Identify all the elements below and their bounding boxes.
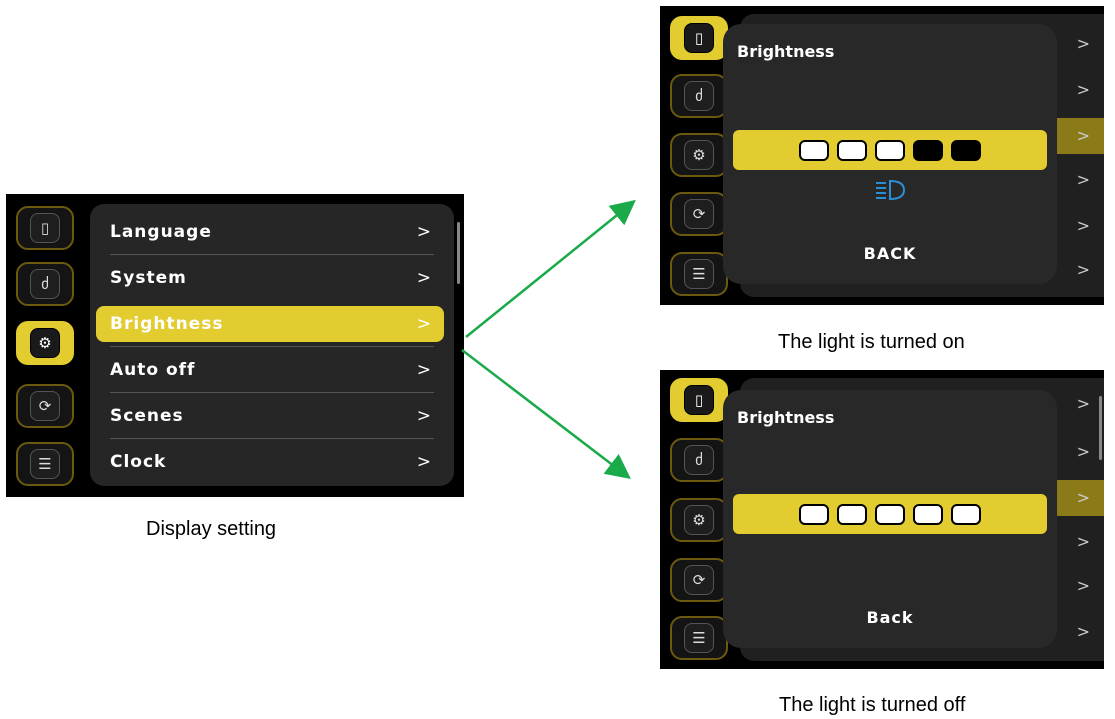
chevron-right-icon: >: [1076, 170, 1090, 189]
chevron-right-icon: >: [1076, 80, 1090, 99]
chevron-right-icon: >: [1076, 394, 1090, 413]
headlight-icon: [876, 179, 906, 201]
brightness-segment[interactable]: [875, 503, 905, 525]
brightness-dialog: Brightness Back: [723, 390, 1057, 648]
sidebar-button-settings[interactable]: ⚙: [670, 133, 728, 177]
brightness-dialog: Brightness BACK: [723, 24, 1057, 284]
brightness-segment[interactable]: [951, 503, 981, 525]
divider: [110, 438, 434, 439]
menu-item-auto-off[interactable]: Auto off >: [96, 352, 444, 388]
back-button[interactable]: BACK: [723, 244, 1057, 263]
menu-item-language[interactable]: Language >: [96, 214, 444, 250]
brightness-segment[interactable]: [875, 139, 905, 161]
chevron-right-icon: >: [1076, 622, 1090, 641]
phone-icon: ▯: [684, 23, 714, 53]
chevron-right-icon: >: [416, 406, 432, 426]
screen-light-off: ▯ ძ ⚙ ⟳ ☰ > > > > > > Brightness Back: [660, 370, 1104, 669]
chevron-right-icon: >: [1076, 216, 1090, 235]
sidebar-button-settings[interactable]: ⚙: [16, 321, 74, 365]
document-icon: ☰: [30, 449, 60, 479]
menu-item-label: Scenes: [110, 406, 184, 426]
document-icon: ☰: [684, 259, 714, 289]
dialog-title: Brightness: [737, 42, 835, 61]
chevron-right-icon: >: [1076, 532, 1090, 551]
chevron-right-icon: >: [416, 268, 432, 288]
phone-icon: ▯: [30, 213, 60, 243]
main-screen: ▯ ძ ⚙ ⟳ ☰ Language > System > Brightness…: [6, 194, 464, 497]
bicycle-icon: ძ: [684, 81, 714, 111]
menu-item-system[interactable]: System >: [96, 260, 444, 296]
caption-light-on: The light is turned on: [778, 331, 965, 353]
chevron-right-icon: >: [416, 222, 432, 242]
sidebar-button-phone[interactable]: ▯: [16, 206, 74, 250]
menu-item-label: Auto off: [110, 360, 196, 380]
sidebar-button-bicycle[interactable]: ძ: [670, 74, 728, 118]
refresh-icon: ⟳: [30, 391, 60, 421]
brightness-segment[interactable]: [799, 139, 829, 161]
screen-light-on: ▯ ძ ⚙ ⟳ ☰ > > > > > > Brightness BACK: [660, 6, 1104, 305]
refresh-icon: ⟳: [684, 199, 714, 229]
menu-item-clock[interactable]: Clock >: [96, 444, 444, 480]
refresh-icon: ⟳: [684, 565, 714, 595]
sidebar-button-bicycle[interactable]: ძ: [16, 262, 74, 306]
arrow-to-light-on: [465, 199, 636, 338]
menu-item-brightness[interactable]: Brightness >: [96, 306, 444, 342]
chevron-right-icon: >: [416, 452, 432, 472]
brightness-segment[interactable]: [913, 503, 943, 525]
menu-item-label: System: [110, 268, 187, 288]
sidebar-button-settings[interactable]: ⚙: [670, 498, 728, 542]
sidebar-button-document[interactable]: ☰: [670, 252, 728, 296]
bicycle-icon: ძ: [30, 269, 60, 299]
divider: [110, 346, 434, 347]
chevron-right-icon: >: [1076, 260, 1090, 279]
divider: [110, 254, 434, 255]
caption-light-off: The light is turned off: [779, 694, 966, 716]
chevron-right-icon: >: [1076, 34, 1090, 53]
brightness-segment[interactable]: [837, 139, 867, 161]
brightness-segment[interactable]: [913, 139, 943, 161]
dialog-title: Brightness: [737, 408, 835, 427]
scrollbar[interactable]: [1099, 396, 1102, 460]
sidebar-button-phone[interactable]: ▯: [670, 378, 728, 422]
brightness-level-bar[interactable]: [733, 130, 1047, 170]
settings-menu: Language > System > Brightness > Auto of…: [90, 204, 454, 486]
sidebar-button-bicycle[interactable]: ძ: [670, 438, 728, 482]
scrollbar[interactable]: [457, 222, 460, 284]
menu-item-label: Clock: [110, 452, 167, 472]
gear-icon: ⚙: [30, 328, 60, 358]
back-button[interactable]: Back: [723, 608, 1057, 627]
sidebar-button-document[interactable]: ☰: [670, 616, 728, 660]
menu-item-label: Brightness: [110, 314, 224, 334]
sidebar-button-refresh[interactable]: ⟳: [670, 192, 728, 236]
chevron-right-icon: >: [416, 314, 432, 334]
chevron-right-icon: >: [416, 360, 432, 380]
caption-display-setting: Display setting: [146, 518, 277, 540]
chevron-right-icon: >: [1076, 576, 1090, 595]
phone-icon: ▯: [684, 385, 714, 415]
chevron-right-icon: >: [1076, 488, 1090, 507]
sidebar-button-refresh[interactable]: ⟳: [670, 558, 728, 602]
document-icon: ☰: [684, 623, 714, 653]
chevron-right-icon: >: [1076, 126, 1090, 145]
brightness-segment[interactable]: [837, 503, 867, 525]
brightness-segment[interactable]: [951, 139, 981, 161]
sidebar-button-document[interactable]: ☰: [16, 442, 74, 486]
sidebar-button-refresh[interactable]: ⟳: [16, 384, 74, 428]
chevron-right-icon: >: [1076, 442, 1090, 461]
gear-icon: ⚙: [684, 140, 714, 170]
brightness-level-bar[interactable]: [733, 494, 1047, 534]
gear-icon: ⚙: [684, 505, 714, 535]
sidebar-button-phone[interactable]: ▯: [670, 16, 728, 60]
menu-item-scenes[interactable]: Scenes >: [96, 398, 444, 434]
menu-item-label: Language: [110, 222, 212, 242]
bicycle-icon: ძ: [684, 445, 714, 475]
divider: [110, 392, 434, 393]
arrow-to-light-off: [461, 349, 631, 480]
brightness-segment[interactable]: [799, 503, 829, 525]
